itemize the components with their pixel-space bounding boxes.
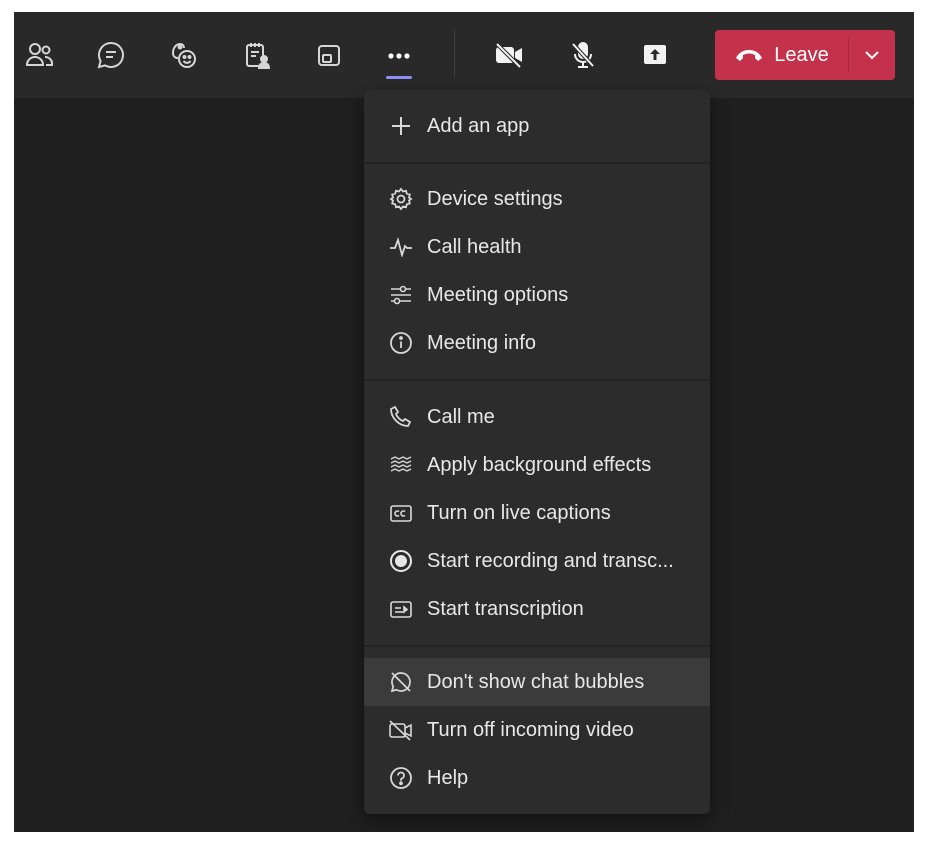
pulse-icon [386, 235, 416, 259]
leave-button[interactable]: Leave [715, 30, 848, 80]
menu-item-label: Start transcription [427, 597, 584, 620]
menu-item-turn-off-incoming-video[interactable]: Turn off incoming video [364, 706, 710, 754]
menu-item-label: Turn off incoming video [427, 718, 634, 741]
menu-item-start-recording[interactable]: Start recording and transc... [364, 537, 710, 585]
leave-label: Leave [774, 43, 829, 66]
plus-icon [386, 114, 416, 138]
menu-item-label: Call me [427, 405, 495, 428]
share-tray-button[interactable] [308, 34, 350, 76]
menu-item-label: Meeting info [427, 331, 536, 354]
gear-icon [386, 187, 416, 211]
transcription-icon [386, 597, 416, 621]
menu-divider [364, 162, 710, 164]
menu-item-meeting-options[interactable]: Meeting options [364, 271, 710, 319]
meeting-toolbar: Leave [14, 12, 914, 98]
notes-icon [246, 43, 271, 69]
record-icon [386, 549, 416, 573]
menu-item-label: Apply background effects [427, 453, 652, 476]
menu-item-label: Turn on live captions [427, 501, 611, 524]
captions-icon [386, 501, 416, 525]
menu-item-label: Add an app [427, 114, 530, 137]
video-off-icon [386, 718, 416, 742]
react-icon [172, 42, 196, 68]
leave-button-group: Leave [715, 30, 895, 80]
menu-item-label: Help [427, 766, 469, 789]
menu-item-device-settings[interactable]: Device settings [364, 175, 710, 223]
menu-item-label: Call health [427, 235, 522, 258]
menu-item-live-captions[interactable]: Turn on live captions [364, 489, 710, 537]
leave-options-button[interactable] [849, 30, 895, 80]
menu-item-background-effects[interactable]: Apply background effects [364, 441, 710, 489]
menu-item-label: Meeting options [427, 283, 569, 306]
menu-divider [364, 645, 710, 647]
sliders-icon [386, 283, 416, 307]
meeting-stage: Leave Add an app Device settings Call he… [14, 12, 914, 832]
more-options-button[interactable] [378, 34, 420, 79]
menu-item-call-health[interactable]: Call health [364, 223, 710, 271]
menu-item-help[interactable]: Help [364, 754, 710, 802]
menu-item-label: Device settings [427, 187, 563, 210]
menu-item-meeting-info[interactable]: Meeting info [364, 319, 710, 367]
toolbar-divider [454, 30, 455, 78]
camera-off-icon [495, 42, 522, 69]
hang-up-icon [736, 50, 763, 61]
share-screen-button[interactable] [634, 34, 676, 76]
people-icon [25, 43, 53, 66]
menu-divider [364, 379, 710, 381]
info-icon [386, 331, 416, 355]
menu-item-label: Start recording and transc... [427, 549, 674, 572]
more-options-menu: Add an app Device settings Call health M… [364, 90, 710, 814]
chat-icon [97, 41, 124, 69]
mic-button[interactable] [562, 34, 604, 76]
menu-item-add-app[interactable]: Add an app [364, 102, 710, 150]
react-button[interactable] [162, 34, 204, 76]
active-tab-indicator [386, 76, 412, 79]
phone-icon [386, 405, 416, 429]
more-options-icon [388, 53, 410, 59]
people-button[interactable] [18, 34, 60, 76]
camera-button[interactable] [488, 34, 530, 76]
mic-off-icon [571, 42, 595, 68]
notes-button[interactable] [236, 34, 278, 76]
menu-item-label: Don't show chat bubbles [427, 670, 645, 693]
share-tray-icon [318, 45, 340, 66]
background-effects-icon [386, 453, 416, 477]
menu-item-call-me[interactable]: Call me [364, 393, 710, 441]
chat-bubble-off-icon [386, 670, 416, 694]
menu-item-start-transcription[interactable]: Start transcription [364, 585, 710, 633]
chevron-down-icon [865, 51, 879, 60]
menu-item-dont-show-chat-bubbles[interactable]: Don't show chat bubbles [364, 658, 710, 706]
help-icon [386, 766, 416, 790]
chat-button[interactable] [90, 34, 132, 76]
share-screen-icon [644, 45, 666, 64]
